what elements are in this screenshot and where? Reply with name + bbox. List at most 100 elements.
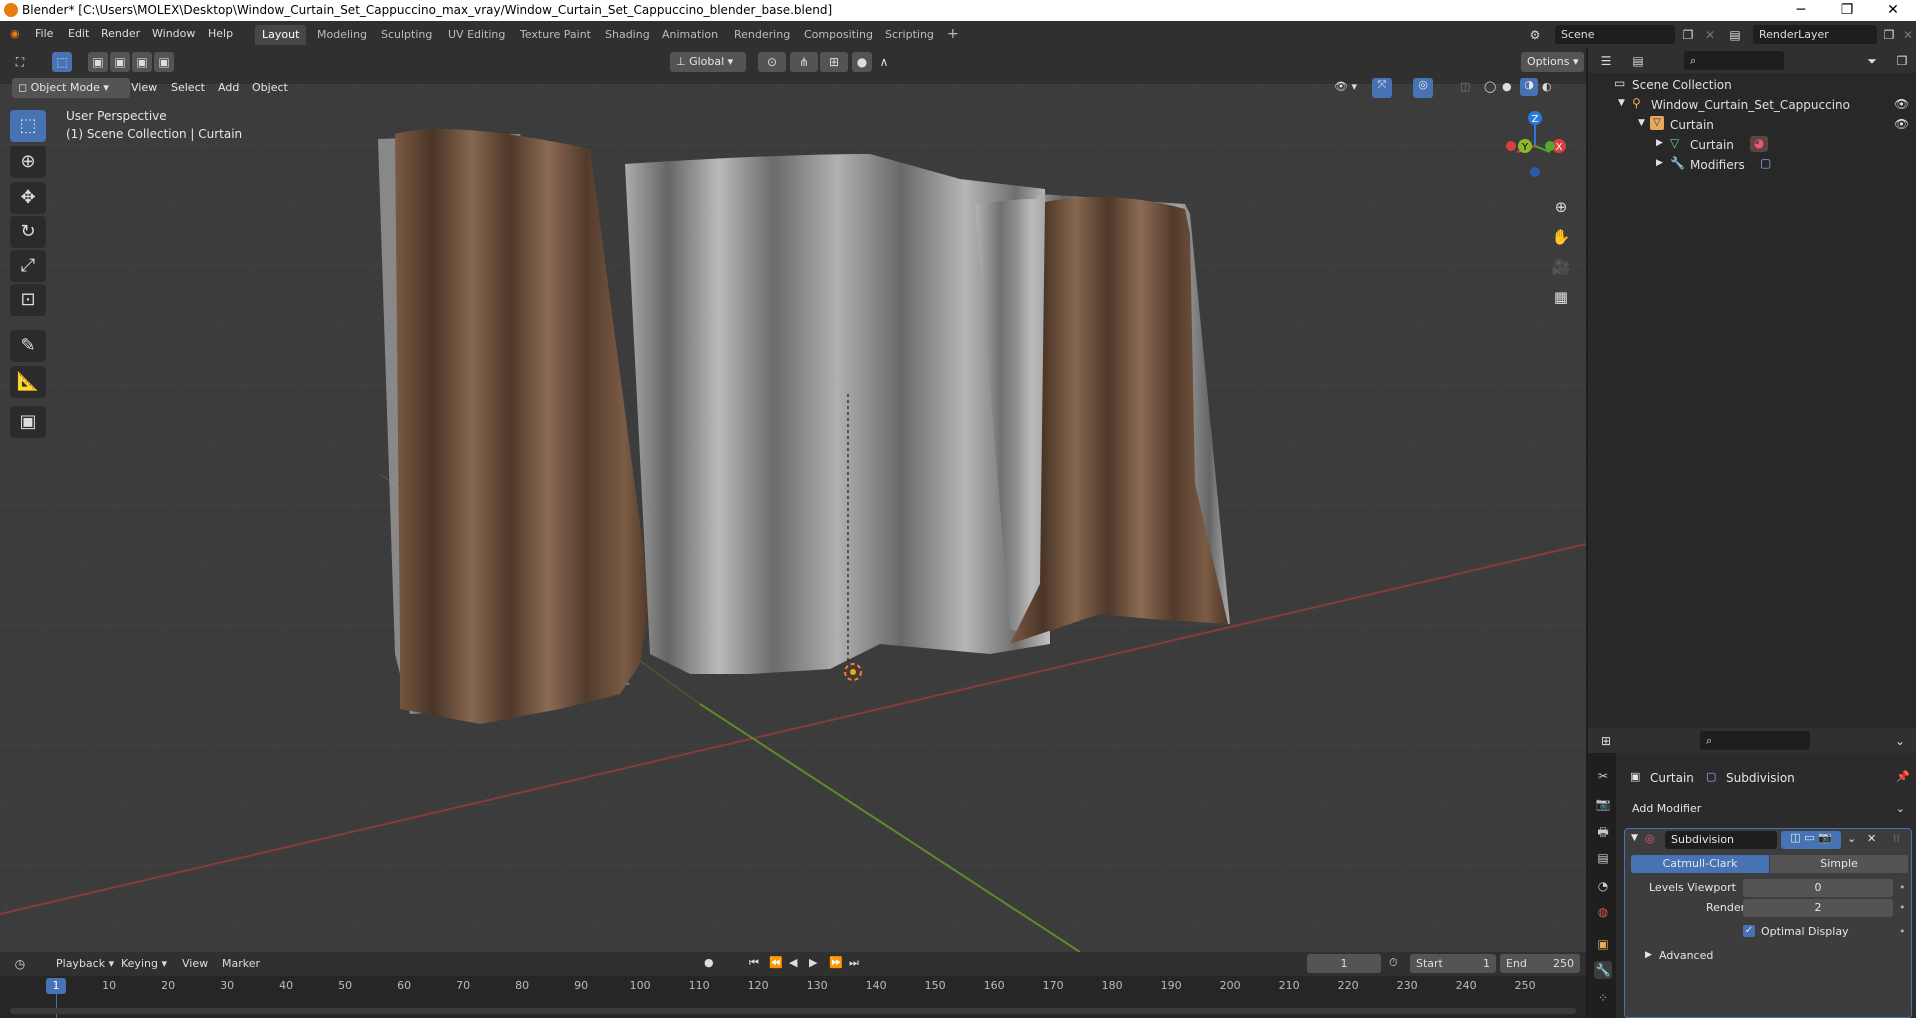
outliner-search-input[interactable]: ⌕ <box>1684 51 1784 70</box>
tab-animation[interactable]: Animation <box>655 25 725 45</box>
tab-scripting[interactable]: Scripting <box>878 25 941 45</box>
delete-scene-icon[interactable]: ✕ <box>1700 25 1720 45</box>
add-workspace-icon[interactable]: + <box>941 25 965 45</box>
select-mode-new-icon[interactable]: ▣ <box>88 52 108 72</box>
output-tab-icon[interactable]: 🖶 <box>1594 823 1612 841</box>
render-tab-icon[interactable]: 📷 <box>1594 795 1612 813</box>
world-tab-icon[interactable]: ◍ <box>1594 903 1612 921</box>
object-mode-dropdown[interactable]: ◻ Object Mode ▾ <box>12 78 130 98</box>
select-mode-extend-icon[interactable]: ▣ <box>110 52 130 72</box>
new-collection-icon[interactable]: ❐ <box>1892 51 1912 71</box>
pin-icon[interactable]: 📌 <box>1896 770 1910 783</box>
editor-type-icon[interactable]: ⛶ <box>10 52 30 72</box>
simple-tab[interactable]: Simple <box>1770 855 1908 873</box>
proportional-edit-icon[interactable]: ● <box>852 52 872 72</box>
tab-layout[interactable]: Layout <box>255 25 307 45</box>
expand-arrow-icon[interactable]: ▼ <box>1618 98 1625 108</box>
menu-view[interactable]: View <box>131 81 157 94</box>
optimal-display-checkbox[interactable]: ✓ <box>1743 925 1755 937</box>
keyframe-dot-icon[interactable]: • <box>1899 901 1906 914</box>
menu-timeline-view[interactable]: View <box>182 957 208 970</box>
scene-selector-icon[interactable]: ⚙ <box>1525 25 1545 45</box>
add-modifier-dropdown[interactable]: Add Modifier ⌄ <box>1626 799 1911 819</box>
outliner-row-curtain-object[interactable]: ▼ ▽ Curtain 👁 <box>1588 115 1916 135</box>
keyframe-dot-icon[interactable]: • <box>1899 925 1906 938</box>
wireframe-shading-icon[interactable]: ◯ <box>1484 80 1496 93</box>
measure-tool-icon[interactable]: 📐 <box>10 366 46 398</box>
levels-viewport-field[interactable]: 0 <box>1743 879 1893 897</box>
orientation-dropdown[interactable]: ⊥ Global ▾ <box>670 52 746 72</box>
gizmo-toggle-icon[interactable]: ⤧ <box>1372 78 1392 98</box>
snap-target-icon[interactable]: ⊞ <box>820 52 848 72</box>
tab-texture-paint[interactable]: Texture Paint <box>513 25 598 45</box>
select-mode-intersect-icon[interactable]: ▣ <box>154 52 174 72</box>
expand-arrow-icon[interactable]: ▶ <box>1656 138 1663 148</box>
menu-keying[interactable]: Keying ▾ <box>121 957 167 970</box>
annotate-tool-icon[interactable]: ✎ <box>10 330 46 362</box>
tab-compositing[interactable]: Compositing <box>797 25 880 45</box>
new-scene-icon[interactable]: ❐ <box>1678 25 1698 45</box>
expand-arrow-icon[interactable]: ▶ <box>1656 158 1663 168</box>
outliner-row-curtain-mesh[interactable]: ▶ ▽ Curtain ◕ <box>1588 135 1916 155</box>
snap-icon[interactable]: ⋔ <box>790 52 818 72</box>
timeline[interactable]: 1 10 20 30 40 50 60 70 80 90 100 110 120 130 140 150 160… <box>0 976 1586 1018</box>
drag-handle-icon[interactable]: ⁞⁞ <box>1893 832 1900 845</box>
navigation-gizmo[interactable]: Z Y X <box>1495 106 1575 186</box>
scale-tool-icon[interactable]: ⤢ <box>10 250 46 282</box>
timeline-editor-icon[interactable]: ◷ <box>10 954 30 974</box>
properties-search-input[interactable]: ⌕ <box>1700 731 1810 750</box>
transform-tool-icon[interactable]: ⊡ <box>10 284 46 316</box>
panel-collapse-icon[interactable]: ▼ <box>1631 833 1638 843</box>
modifier-visibility-toggles[interactable]: ◫ ▭ 📷 <box>1781 831 1841 849</box>
add-cube-tool-icon[interactable]: ▣ <box>10 406 46 438</box>
end-frame-field[interactable]: End 250 <box>1500 954 1580 973</box>
menu-select[interactable]: Select <box>171 81 205 94</box>
start-frame-field[interactable]: Start 1 <box>1410 954 1496 973</box>
ortho-grid-icon[interactable]: ▦ <box>1548 284 1574 310</box>
render-layer-field[interactable]: RenderLayer <box>1753 25 1877 44</box>
tab-modeling[interactable]: Modeling <box>310 25 374 45</box>
menu-marker[interactable]: Marker <box>222 957 260 970</box>
outliner-editor-icon[interactable]: ☰ <box>1596 51 1616 71</box>
advanced-label[interactable]: Advanced <box>1659 949 1713 962</box>
modifier-name-field[interactable]: Subdivision <box>1665 831 1777 849</box>
properties-editor-icon[interactable]: ⊞ <box>1596 731 1616 751</box>
new-layer-icon[interactable]: ❐ <box>1879 25 1899 45</box>
tab-rendering[interactable]: Rendering <box>727 25 797 45</box>
particles-tab-icon[interactable]: ⁘ <box>1594 989 1612 1007</box>
outliner-row-modifiers[interactable]: ▶ 🔧 Modifiers ▢ <box>1588 155 1916 175</box>
menu-edit[interactable]: Edit <box>68 27 89 40</box>
eye-icon[interactable]: 👁 <box>1894 117 1909 131</box>
blender-menu-icon[interactable]: ◉ <box>10 27 20 40</box>
minimize-button[interactable]: ─ <box>1778 0 1824 21</box>
visibility-icon[interactable]: 👁 ▾ <box>1334 80 1357 93</box>
tab-uv-editing[interactable]: UV Editing <box>441 25 512 45</box>
jump-end-icon[interactable]: ⏭ <box>849 956 859 970</box>
rendered-shading-icon[interactable]: ◐ <box>1542 80 1552 93</box>
falloff-icon[interactable]: ∧ <box>874 52 894 72</box>
select-box-icon[interactable]: ⬚ <box>52 52 72 72</box>
jump-start-icon[interactable]: ⏮ <box>749 956 759 970</box>
solid-shading-icon[interactable]: ● <box>1502 80 1512 93</box>
current-frame-field[interactable]: 1 <box>1307 954 1381 973</box>
select-mode-subtract-icon[interactable]: ▣ <box>132 52 152 72</box>
advanced-expand-icon[interactable]: ▶ <box>1645 950 1652 960</box>
next-keyframe-icon[interactable]: ⏩ <box>829 956 843 969</box>
pan-hand-icon[interactable]: ✋ <box>1548 224 1574 250</box>
tool-tab-icon[interactable]: ✂ <box>1594 767 1612 785</box>
scene-tab-icon[interactable]: ◔ <box>1594 877 1612 895</box>
keyframe-dot-icon[interactable]: • <box>1899 881 1906 894</box>
play-icon[interactable]: ▶ <box>809 956 817 969</box>
close-button[interactable]: ✕ <box>1870 0 1916 21</box>
eye-icon[interactable]: 👁 <box>1894 97 1909 111</box>
tab-shading[interactable]: Shading <box>598 25 657 45</box>
play-reverse-icon[interactable]: ◀ <box>789 956 797 969</box>
menu-help[interactable]: Help <box>208 27 233 40</box>
material-shading-icon[interactable]: ◑ <box>1520 78 1538 96</box>
menu-add[interactable]: Add <box>218 81 239 94</box>
select-tool-icon[interactable]: ⬚ <box>10 110 46 142</box>
delete-layer-icon[interactable]: ✕ <box>1898 25 1916 45</box>
menu-render[interactable]: Render <box>101 27 140 40</box>
scene-field[interactable]: Scene <box>1555 25 1675 44</box>
tab-sculpting[interactable]: Sculpting <box>374 25 439 45</box>
